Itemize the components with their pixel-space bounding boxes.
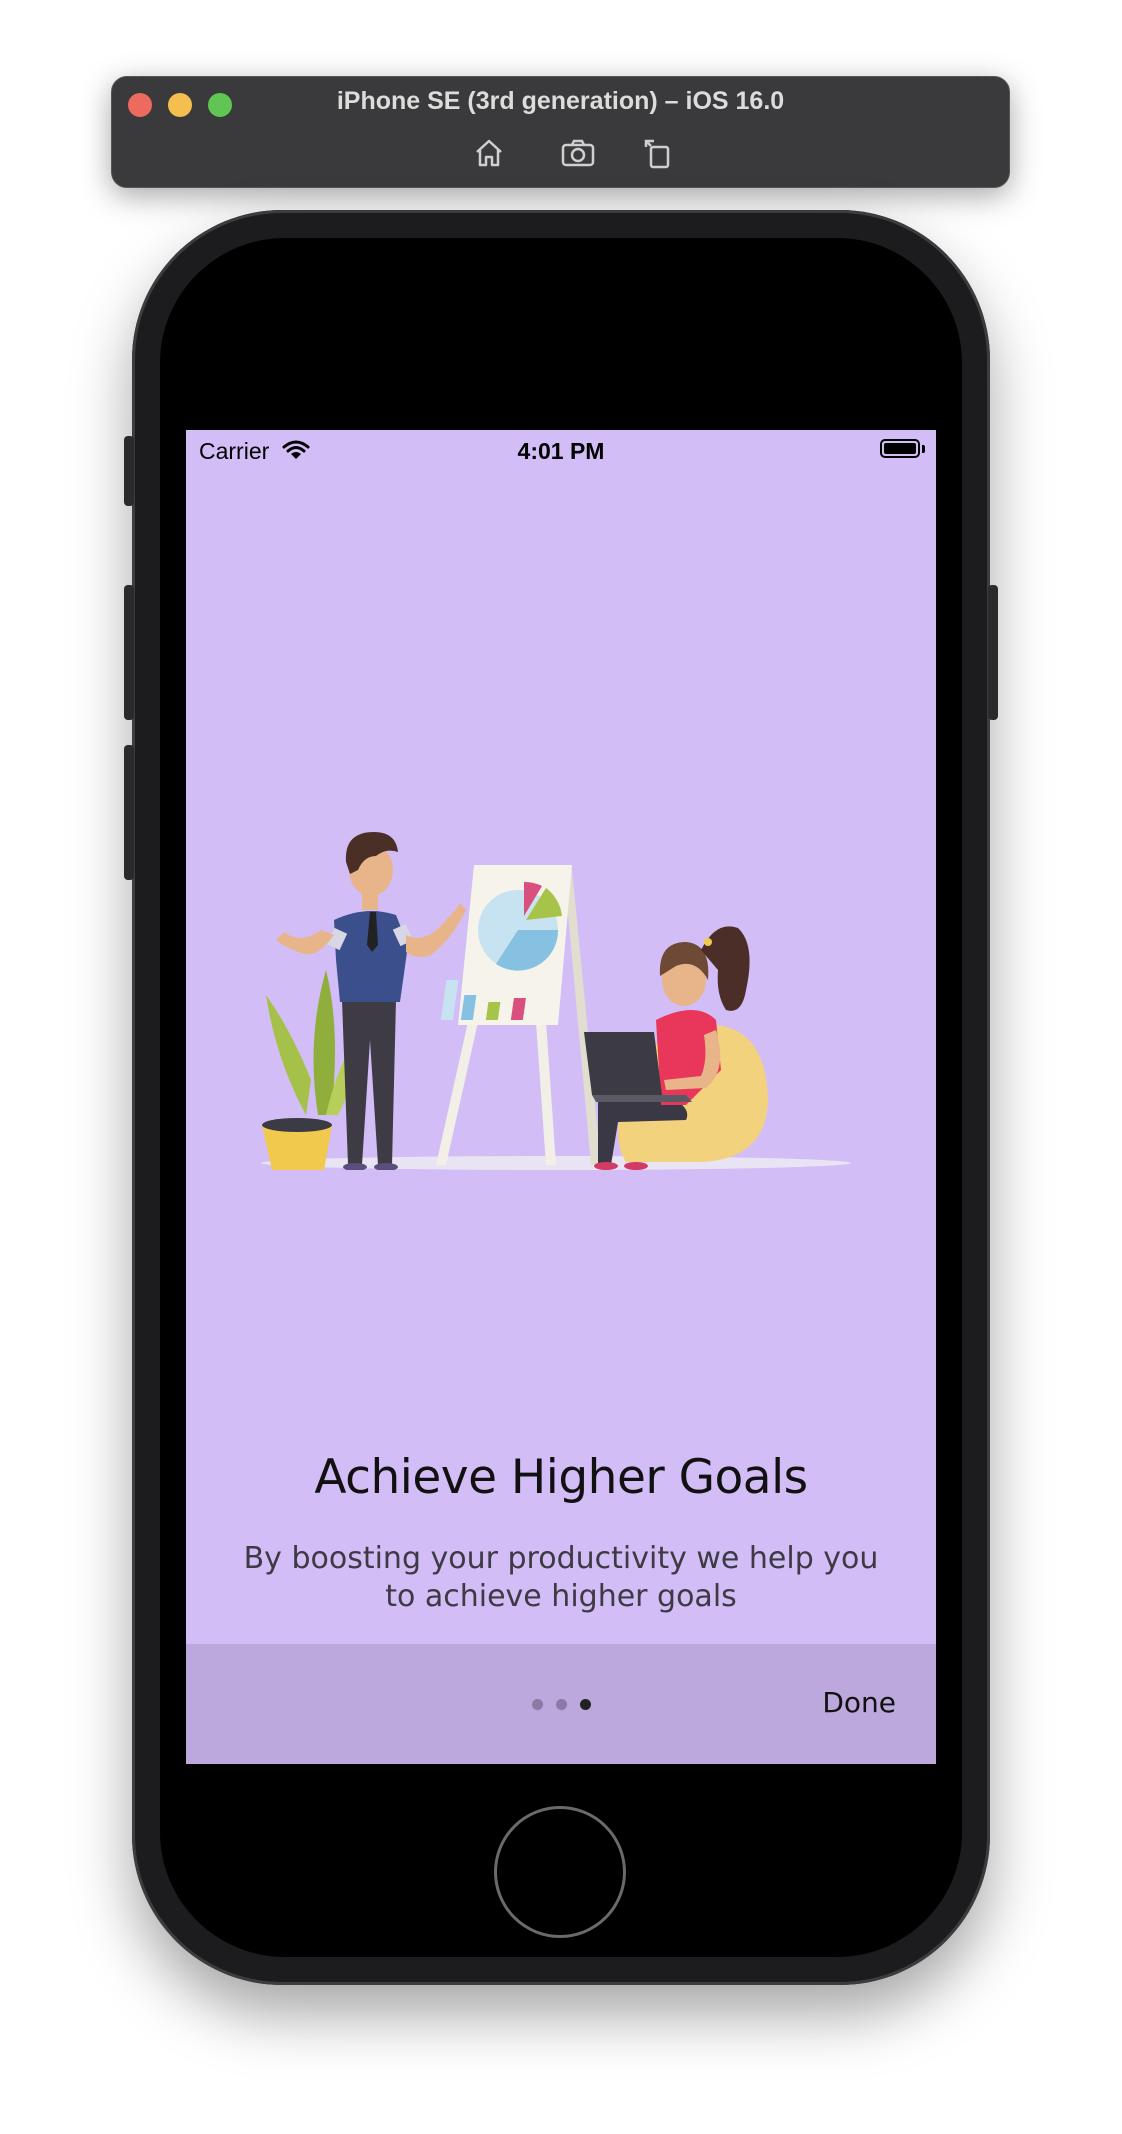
volume-down-button <box>124 745 134 880</box>
camera-icon[interactable] <box>558 133 598 173</box>
home-button[interactable] <box>494 1806 626 1938</box>
onboarding-title: Achieve Higher Goals <box>314 1450 808 1505</box>
page-dot[interactable] <box>556 1699 567 1710</box>
app-screen: Carrier 4:01 PM Achieve Higher Goals By … <box>186 430 936 1764</box>
home-icon[interactable] <box>469 133 509 173</box>
status-time: 4:01 PM <box>517 438 605 464</box>
onboarding-footer: Done <box>186 1644 936 1764</box>
simulator-title: iPhone SE (3rd generation) – iOS 16.0 <box>336 87 785 115</box>
simulator-title-bar: iPhone SE (3rd generation) – iOS 16.0 <box>111 76 1010 188</box>
battery-icon <box>880 439 920 458</box>
rotate-icon[interactable] <box>638 133 678 173</box>
silent-switch <box>124 436 134 506</box>
status-bar: Carrier 4:01 PM <box>186 430 936 470</box>
done-button[interactable]: Done <box>822 1686 896 1719</box>
page-dot-active[interactable] <box>580 1699 591 1710</box>
power-button <box>988 585 998 720</box>
volume-up-button <box>124 585 134 720</box>
onboarding-subtitle: By boosting your productivity we help yo… <box>243 1541 879 1614</box>
page-dot[interactable] <box>532 1699 543 1710</box>
presentation-illustration <box>261 832 851 1170</box>
